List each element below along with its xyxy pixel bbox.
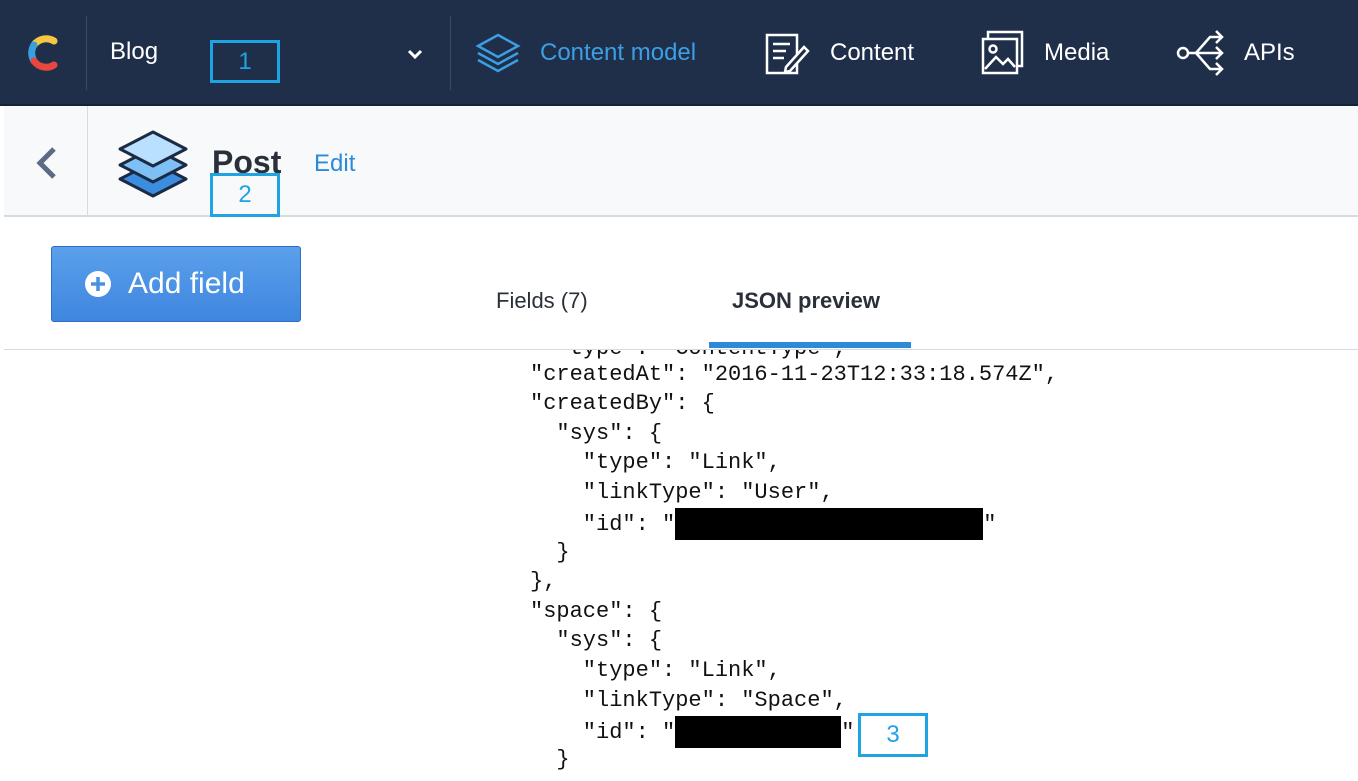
nav-item-label: APIs [1244, 39, 1295, 66]
json-line: "type": "Link", [530, 450, 781, 475]
nav-divider [86, 16, 87, 90]
json-line: } [530, 540, 570, 565]
add-field-button[interactable]: Add field [51, 246, 301, 322]
annotation-marker-1: 1 [210, 40, 280, 83]
json-line-redacted-id: "id": " " [530, 508, 997, 540]
annotation-marker-2: 2 [210, 173, 280, 217]
nav-item-label: Content model [540, 39, 697, 66]
json-line: "linkType": "User", [530, 480, 834, 505]
chevron-down-icon[interactable] [405, 44, 425, 64]
layers-icon [475, 33, 521, 73]
tab-fields[interactable]: Fields (7) [496, 288, 588, 314]
back-button[interactable] [4, 106, 88, 215]
tabs-toolbar: Add field Fields (7) JSON preview [4, 218, 1358, 350]
top-navigation: Blog Content model Content Media APIs 1 [0, 0, 1358, 106]
tab-json-preview[interactable]: JSON preview [732, 288, 880, 314]
json-line: "space": { [530, 599, 663, 624]
api-share-icon [1176, 30, 1224, 76]
layers-icon [118, 130, 188, 198]
edit-link[interactable]: Edit [314, 150, 355, 178]
media-image-icon [981, 30, 1024, 75]
json-line-redacted-id: "id": " " [530, 716, 855, 748]
nav-item-apis[interactable]: APIs [1176, 24, 1295, 82]
json-line: "createdAt": "2016-11-23T12:33:18.574Z", [530, 362, 1059, 387]
json-quote: " [841, 719, 855, 745]
space-name[interactable]: Blog [110, 38, 158, 66]
nav-divider [450, 16, 451, 90]
nav-item-content[interactable]: Content [764, 24, 914, 82]
json-line: "sys": { [530, 628, 663, 653]
redacted-block [675, 716, 842, 748]
json-line: "id": " [530, 719, 676, 745]
nav-item-label: Media [1044, 39, 1110, 66]
json-line: "id": " [530, 511, 676, 537]
chevron-left-icon [36, 147, 56, 179]
json-quote: " [983, 511, 997, 537]
plus-circle-icon [85, 271, 111, 297]
json-line: }, [530, 569, 557, 594]
contentful-logo-icon[interactable] [24, 31, 68, 75]
json-line: } [530, 747, 570, 772]
json-preview: "type": "ContentType", "createdAt": "201… [530, 350, 1330, 781]
content-edit-icon [765, 33, 810, 75]
active-tab-indicator [709, 342, 911, 348]
annotation-marker-3: 3 [858, 713, 928, 757]
json-line: "type": "Link", [530, 658, 781, 683]
json-line: "sys": { [530, 421, 663, 446]
content-type-header: Post Edit 2 [4, 106, 1358, 217]
redacted-block [675, 508, 984, 540]
nav-item-label: Content [830, 39, 915, 66]
json-line: "createdBy": { [530, 391, 715, 416]
nav-item-media[interactable]: Media [980, 24, 1109, 82]
add-field-label: Add field [128, 267, 245, 300]
nav-item-content-model[interactable]: Content model [474, 24, 696, 82]
json-line: "linkType": "Space", [530, 688, 847, 713]
